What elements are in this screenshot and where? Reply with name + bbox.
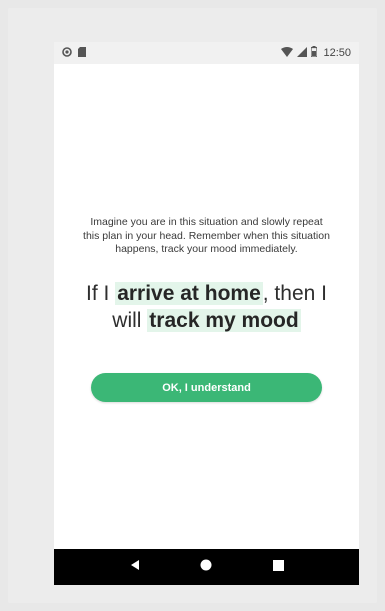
ok-understand-button[interactable]: OK, I understand — [91, 373, 322, 402]
device-frame: 12:50 Imagine you are in this situation … — [8, 8, 377, 603]
home-button[interactable] — [194, 555, 218, 579]
battery-icon — [310, 46, 319, 60]
if-then-plan: If I arrive at home, then I will track m… — [54, 280, 359, 334]
instructions-line: Imagine you are in this situation and sl… — [90, 216, 323, 228]
sim-card-icon — [78, 46, 86, 60]
record-icon — [62, 46, 72, 60]
plan-line-2: will track my mood — [54, 307, 359, 334]
phone-screen: 12:50 Imagine you are in this situation … — [54, 42, 359, 585]
instructions-line: this plan in your head. Remember when th… — [83, 229, 330, 242]
cell-signal-icon — [297, 46, 308, 60]
instructions-line: happens, track your mood immediately. — [115, 243, 298, 255]
status-time: 12:50 — [323, 47, 351, 59]
status-right-icons: 12:50 — [281, 46, 351, 60]
home-icon — [200, 558, 212, 576]
navigation-bar — [54, 549, 359, 585]
back-button[interactable] — [123, 555, 147, 579]
plan-will-prefix: will — [112, 309, 148, 332]
plan-trigger: arrive at home — [115, 282, 263, 305]
status-left-icons — [62, 46, 86, 60]
recents-button[interactable] — [266, 555, 290, 579]
plan-if-prefix: If I — [86, 282, 116, 305]
recents-icon — [272, 558, 284, 576]
plan-rehearsal-screen: Imagine you are in this situation and sl… — [54, 64, 359, 549]
wifi-icon — [281, 46, 294, 60]
plan-line-1: If I arrive at home, then I — [54, 280, 359, 307]
plan-action: track my mood — [147, 309, 301, 332]
status-bar: 12:50 — [54, 42, 359, 64]
instructions-text: Imagine you are in this situation and sl… — [64, 216, 349, 257]
back-icon — [129, 558, 141, 576]
plan-then-suffix: , then I — [262, 282, 327, 305]
